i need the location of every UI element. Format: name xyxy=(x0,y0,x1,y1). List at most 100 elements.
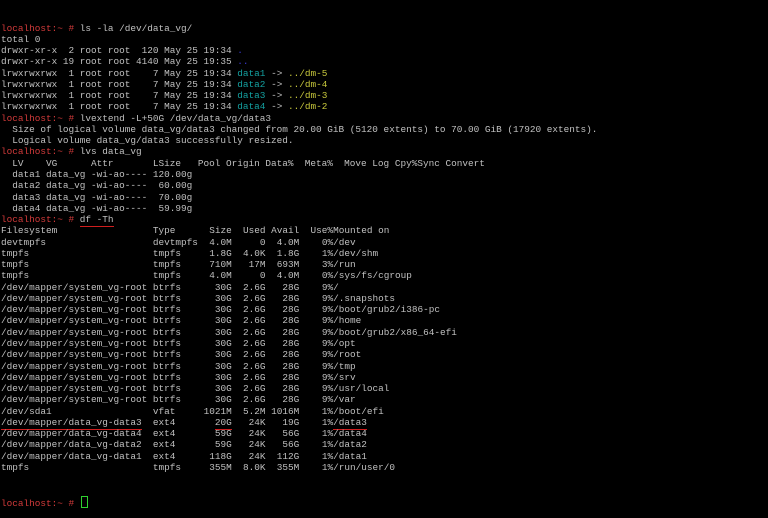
df-cell-use-percent: Use% xyxy=(310,225,334,237)
symlink-name: data3 xyxy=(237,90,266,102)
df-table-row: /dev/mapper/system_vg-root btrfs 30G 2.6… xyxy=(1,372,768,383)
current-prompt-line[interactable]: localhost:~ # xyxy=(1,495,768,509)
df-cell-type: ext4 xyxy=(152,439,176,451)
df-cell-used: 2.6G xyxy=(243,326,266,338)
df-cell-type: btrfs xyxy=(152,371,182,383)
df-cell-use-percent: 1% xyxy=(321,405,334,417)
df-cell-mounted-on: /tmp xyxy=(333,360,356,372)
df-cell-type: btrfs xyxy=(152,360,182,372)
df-cell-use-percent: 3% xyxy=(321,259,334,271)
df-cell-avail: 28G xyxy=(282,383,300,395)
df-cell-avail: 28G xyxy=(282,281,300,293)
df-cell-use-percent: 1% xyxy=(321,428,334,440)
df-table-row: tmpfs tmpfs 1.8G 4.0K 1.8G 1%/dev/shm xyxy=(1,248,768,259)
df-cell-use-percent: 9% xyxy=(321,281,334,293)
output-text: Size of logical volume data_vg/data3 cha… xyxy=(1,123,598,135)
df-cell-type: vfat xyxy=(152,405,176,417)
df-table-row: /dev/mapper/system_vg-root btrfs 30G 2.6… xyxy=(1,394,768,405)
df-cell-type: ext4 xyxy=(152,416,176,428)
df-cell-size: 1.8G xyxy=(209,247,232,259)
output-text: -> xyxy=(265,78,288,90)
df-cell-filesystem: tmpfs xyxy=(1,461,30,473)
df-cell-size: 1021M xyxy=(203,405,232,417)
output-text: data4 data_vg -wi-ao---- 59.99g xyxy=(1,202,193,214)
df-cell-use-percent: 9% xyxy=(321,349,334,361)
df-table-row: /dev/mapper/system_vg-root btrfs 30G 2.6… xyxy=(1,338,768,349)
df-cell-used: 24K xyxy=(248,428,266,440)
df-table-row: /dev/mapper/data_vg-data4 ext4 59G 24K 5… xyxy=(1,428,768,439)
df-cell-mounted-on: /sys/fs/cgroup xyxy=(333,270,412,282)
shell-prompt: localhost:~ # xyxy=(1,22,80,34)
df-cell-filesystem: /dev/mapper/system_vg-root xyxy=(1,394,148,406)
shell-prompt: localhost:~ # xyxy=(1,214,80,226)
output-text: drwxr-xr-x 2 root root 120 May 25 19:34 xyxy=(1,45,238,57)
df-table-row: /dev/mapper/data_vg-data1 ext4 118G 24K … xyxy=(1,451,768,462)
df-cell-size: 710M xyxy=(209,259,232,271)
df-cell-size: 355M xyxy=(209,461,232,473)
terminal-line: localhost:~ # ls -la /dev/data_vg/ xyxy=(1,23,768,34)
df-cell-size: 118G xyxy=(209,450,232,462)
df-table-row: /dev/mapper/data_vg-data3 ext4 20G 24K 1… xyxy=(1,416,768,430)
text-cursor[interactable] xyxy=(80,495,88,508)
terminal-line: localhost:~ # lvextend -L+50G /dev/data_… xyxy=(1,113,768,124)
df-cell-mounted-on: /boot/grub2/i386-pc xyxy=(333,304,440,316)
df-cell-avail: 4.0M xyxy=(276,236,300,248)
df-cell-filesystem: /dev/mapper/system_vg-root xyxy=(1,292,148,304)
df-cell-size: Size xyxy=(209,225,232,237)
df-cell-filesystem: /dev/mapper/data_vg-data1 xyxy=(1,450,142,462)
df-cell-avail: 28G xyxy=(282,292,300,304)
terminal-line: lrwxrwxrwx 1 root root 7 May 25 19:34 da… xyxy=(1,90,768,101)
terminal-line: drwxr-xr-x 2 root root 120 May 25 19:34 … xyxy=(1,45,768,56)
df-cell-avail: 28G xyxy=(282,349,300,361)
df-cell-filesystem: /dev/sda1 xyxy=(1,405,52,417)
df-cell-avail: 56G xyxy=(282,428,300,440)
df-cell-used: 5.2M xyxy=(242,405,266,417)
df-cell-avail: 1.8G xyxy=(276,247,300,259)
df-cell-used: 2.6G xyxy=(243,360,266,372)
df-cell-filesystem: tmpfs xyxy=(1,270,30,282)
shell-prompt: localhost:~ # xyxy=(1,112,80,124)
df-cell-avail: 28G xyxy=(282,326,300,338)
df-cell-used: 2.6G xyxy=(243,394,266,406)
df-cell-avail: 28G xyxy=(282,371,300,383)
df-cell-mounted-on: /.snapshots xyxy=(333,292,395,304)
df-cell-mounted-on: /home xyxy=(333,315,362,327)
df-cell-filesystem: /dev/mapper/data_vg-data4 xyxy=(1,428,142,440)
terminal-output: localhost:~ # ls -la /dev/data_vg/total … xyxy=(1,23,768,474)
df-cell-type: btrfs xyxy=(152,338,182,349)
df-cell-used: 0 xyxy=(259,270,266,282)
df-cell-size: 30G xyxy=(214,394,232,406)
df-cell-use-percent: 9% xyxy=(321,338,334,349)
df-cell-use-percent: 9% xyxy=(321,383,334,395)
terminal-line: lrwxrwxrwx 1 root root 7 May 25 19:34 da… xyxy=(1,68,768,79)
terminal-line: lrwxrwxrwx 1 root root 7 May 25 19:34 da… xyxy=(1,79,768,90)
output-text: ls -la /dev/data_vg/ xyxy=(79,22,193,34)
df-cell-mounted-on: /run/user/0 xyxy=(333,461,395,473)
terminal-line: data4 data_vg -wi-ao---- 59.99g xyxy=(1,203,768,214)
df-cell-filesystem: /dev/mapper/system_vg-root xyxy=(1,383,148,395)
df-cell-type: tmpfs xyxy=(152,461,182,473)
df-cell-avail: 4.0M xyxy=(276,270,300,282)
terminal-window[interactable]: localhost:~ # ls -la /dev/data_vg/total … xyxy=(1,0,768,509)
terminal-line: data3 data_vg -wi-ao---- 70.00g xyxy=(1,192,768,203)
df-cell-used: Used xyxy=(242,225,266,237)
df-cell-size: 30G xyxy=(214,360,232,372)
df-table-row: tmpfs tmpfs 355M 8.0K 355M 1%/run/user/0 xyxy=(1,462,768,473)
df-table-row: /dev/mapper/data_vg-data2 ext4 59G 24K 5… xyxy=(1,439,768,450)
df-cell-avail: 693M xyxy=(276,259,300,271)
df-cell-used: 2.6G xyxy=(243,349,266,361)
df-cell-mounted-on: /data4 xyxy=(333,428,367,440)
df-cell-used: 2.6G xyxy=(243,281,266,293)
df-cell-filesystem: /dev/mapper/system_vg-root xyxy=(1,281,148,293)
terminal-line: drwxr-xr-x 19 root root 4140 May 25 19:3… xyxy=(1,56,768,67)
df-cell-avail: 19G xyxy=(282,416,300,428)
df-cell-used: 4.0K xyxy=(243,247,266,259)
df-table-row: /dev/mapper/system_vg-root btrfs 30G 2.6… xyxy=(1,327,768,338)
df-cell-use-percent: 9% xyxy=(321,292,334,304)
df-table-row: /dev/mapper/system_vg-root btrfs 30G 2.6… xyxy=(1,383,768,394)
df-cell-used: 2.6G xyxy=(243,338,266,349)
df-cell-mounted-on: /usr/local xyxy=(333,383,390,395)
df-table-row: /dev/mapper/system_vg-root btrfs 30G 2.6… xyxy=(1,282,768,293)
output-text: data1 data_vg -wi-ao---- 120.00g xyxy=(1,169,193,181)
df-cell-type: devtmpfs xyxy=(152,236,198,248)
